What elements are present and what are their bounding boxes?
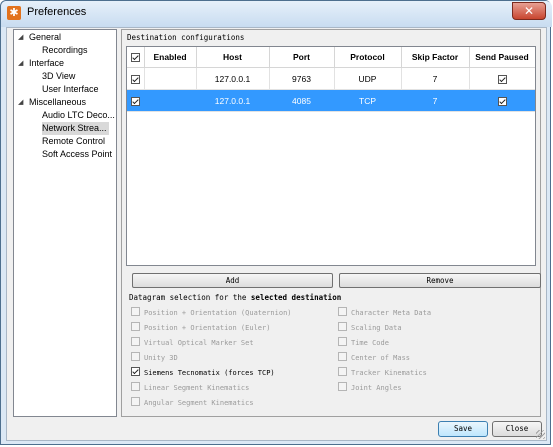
tree-item[interactable]: Audio LTC Deco... [42,109,115,122]
preferences-window: ✱ Preferences ✕ ◢ General Recordings ◢ Inter… [0,0,552,445]
datagram-option-checkbox [131,307,140,316]
cell-protocol[interactable]: TCP [334,89,402,112]
datagram-option: Tracker Kinematics [338,367,427,379]
datagram-option: Scaling Data [338,322,402,334]
enabled-cell[interactable] [144,67,197,90]
table-row[interactable]: 127.0.0.1 9763 UDP 7 [127,67,535,90]
datagram-option-label: Angular Segment Kinematics [144,399,254,407]
enabled-cell[interactable] [144,89,197,112]
window-close-button[interactable]: ✕ [512,2,546,20]
column-header[interactable]: Enabled [144,47,197,68]
tree-item[interactable]: Miscellaneous [29,96,86,109]
remove-button[interactable]: Remove [339,273,541,288]
datagram-option[interactable]: Siemens Tecnomatix (forces TCP) [131,367,275,379]
cell-port[interactable]: 4085 [269,89,335,112]
add-button[interactable]: Add [132,273,333,288]
tree-item[interactable]: Recordings [42,44,88,57]
datagram-option-label: Position + Orientation (Euler) [144,324,271,332]
datagram-option: Angular Segment Kinematics [131,397,254,409]
datagram-option: Time Code [338,337,389,349]
row-select-checkbox[interactable] [130,96,140,106]
datagram-option-checkbox[interactable] [131,367,140,376]
datagram-option: Position + Orientation (Euler) [131,322,270,334]
resize-grip[interactable] [536,430,545,439]
datagram-option-checkbox [338,352,347,361]
datagram-option-checkbox [338,322,347,331]
cell-protocol[interactable]: UDP [334,67,402,90]
datagram-option-label: Siemens Tecnomatix (forces TCP) [144,369,275,377]
preferences-tree[interactable]: ◢ General Recordings ◢ Interface 3D View User … [13,29,117,417]
send-paused-cell[interactable] [469,89,535,112]
datagram-option-checkbox [131,382,140,391]
title-bar[interactable]: ✱ Preferences ✕ [1,1,552,27]
cell-host[interactable]: 127.0.0.1 [196,67,270,90]
datagram-option-checkbox [131,397,140,406]
tree-item[interactable]: Remote Control [42,135,105,148]
close-button[interactable]: Close [492,421,542,437]
network-streaming-panel: Destination configurations Enabled Host … [121,29,541,417]
datagram-option: Unity 3D [131,352,178,364]
datagram-option-checkbox [338,307,347,316]
column-header[interactable]: Host [196,47,270,68]
table-row[interactable]: 127.0.0.1 4085 TCP 7 [127,89,535,112]
datagram-option: Character Meta Data [338,307,431,319]
tree-item[interactable]: User Interface [42,83,99,96]
datagram-option-label: Tracker Kinematics [351,369,427,377]
column-header[interactable]: Port [269,47,335,68]
app-icon: ✱ [7,6,21,20]
destinations-table[interactable]: Enabled Host Port Protocol Skip Factor S… [126,46,536,266]
datagram-option-label: Center of Mass [351,354,411,362]
tree-item[interactable]: General [29,31,61,44]
datagram-option-checkbox [131,352,140,361]
cell-host[interactable]: 127.0.0.1 [196,89,270,112]
tree-expand-arrow-icon[interactable]: ◢ [18,31,23,44]
send-paused-checkbox[interactable] [497,74,507,84]
datagram-option: Joint Angles [338,382,402,394]
select-all-checkbox[interactable] [130,53,140,63]
datagram-option-checkbox [131,322,140,331]
cell-skip-factor[interactable]: 7 [401,67,470,90]
column-header[interactable]: Send Paused [469,47,535,68]
window-title: Preferences [27,6,87,18]
datagram-option-checkbox [338,382,347,391]
datagram-option: Virtual Optical Marker Set [131,337,254,349]
datagram-option-checkbox [131,337,140,346]
datagram-option-label: Unity 3D [144,354,178,362]
column-header[interactable]: Skip Factor [401,47,470,68]
send-paused-checkbox[interactable] [497,96,507,106]
tree-expand-arrow-icon[interactable]: ◢ [18,57,23,70]
row-select-checkbox[interactable] [130,74,140,84]
datagram-option-label: Linear Segment Kinematics [144,384,250,392]
cell-skip-factor[interactable]: 7 [401,89,470,112]
tree-item[interactable]: Interface [29,57,64,70]
destination-configurations-label: Destination configurations [127,33,245,42]
save-button[interactable]: Save [438,421,488,437]
datagram-option-checkbox [338,337,347,346]
row-select-cell[interactable] [127,89,145,112]
column-header[interactable]: Protocol [334,47,402,68]
datagram-option-label: Time Code [351,339,389,347]
row-select-cell[interactable] [127,67,145,90]
datagram-label-bold: selected destination [250,293,342,302]
datagram-selection-label: Datagram selection for the selected dest… [129,293,341,302]
datagram-option-label: Scaling Data [351,324,402,332]
datagram-option-label: Position + Orientation (Quaternion) [144,309,292,317]
datagram-option: Linear Segment Kinematics [131,382,249,394]
table-header-row: Enabled Host Port Protocol Skip Factor S… [127,47,535,68]
datagram-option: Center of Mass [338,352,410,364]
datagram-option-checkbox [338,367,347,376]
dialog-client-area: ◢ General Recordings ◢ Interface 3D View User … [6,27,547,441]
datagram-option-label: Joint Angles [351,384,402,392]
send-paused-cell[interactable] [469,67,535,90]
cell-port[interactable]: 9763 [269,67,335,90]
datagram-label-prefix: Datagram selection for the [129,293,247,302]
datagram-option-label: Virtual Optical Marker Set [144,339,254,347]
select-all-header[interactable] [127,47,145,68]
tree-item[interactable]: Network Strea... [42,122,109,135]
datagram-option-label: Character Meta Data [351,309,432,317]
tree-expand-arrow-icon[interactable]: ◢ [18,96,23,109]
tree-item[interactable]: 3D View [42,70,75,83]
tree-item[interactable]: Soft Access Point [42,148,112,161]
datagram-option: Position + Orientation (Quaternion) [131,307,292,319]
